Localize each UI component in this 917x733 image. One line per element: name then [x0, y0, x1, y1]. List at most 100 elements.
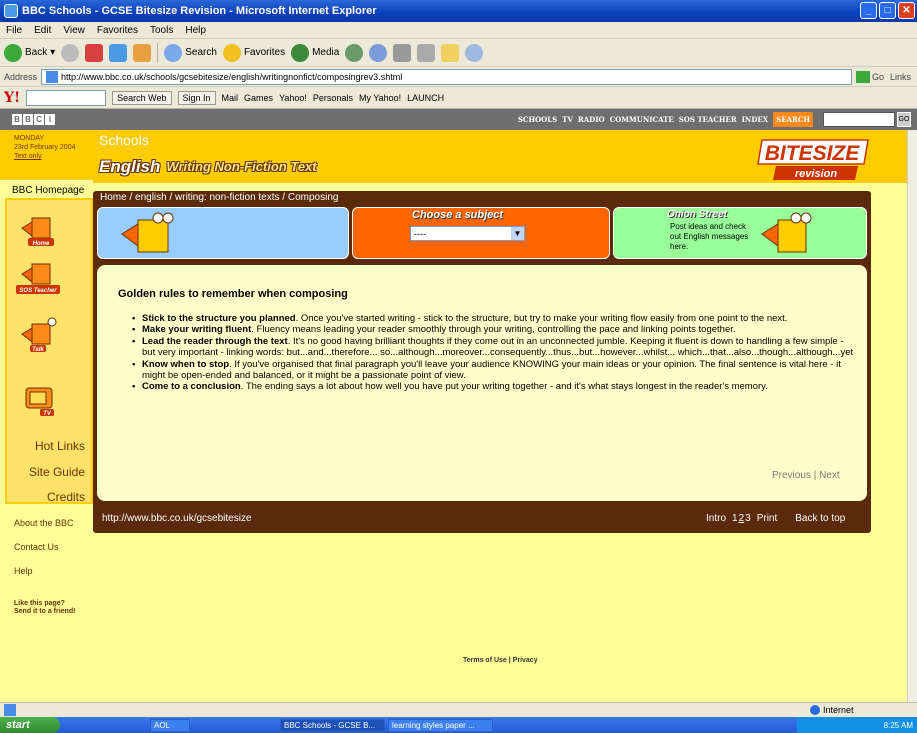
window-controls: _ □ ✕: [860, 2, 915, 19]
yahoo-search-input[interactable]: [26, 89, 107, 106]
back-button[interactable]: Back ▾: [4, 43, 55, 62]
menu-edit[interactable]: Edit: [34, 25, 51, 36]
mail-icon[interactable]: [369, 43, 388, 62]
go-button[interactable]: Go: [855, 70, 884, 83]
bbc-homepage-link[interactable]: BBC Homepage: [12, 181, 93, 199]
vertical-scrollbar[interactable]: [907, 130, 917, 702]
bbc-logo[interactable]: B B C i: [12, 114, 55, 125]
text-only-link[interactable]: Text only: [14, 153, 42, 160]
yahoo-signin-button[interactable]: Sign In: [177, 90, 216, 105]
list-item: Make your writing fluent. Fluency means …: [132, 324, 854, 336]
taskbar-item-learning-styles[interactable]: learning styles paper ...: [388, 718, 493, 732]
menu-tools[interactable]: Tools: [150, 25, 173, 36]
links-label[interactable]: Links: [890, 72, 911, 82]
refresh-icon[interactable]: [109, 43, 128, 62]
yahoo-search-button[interactable]: Search Web: [112, 90, 172, 105]
svg-text:Talk: Talk: [32, 347, 44, 353]
pager: Previous | Next: [772, 470, 840, 481]
svg-text:BITESIZE: BITESIZE: [765, 142, 861, 165]
next-link[interactable]: Next: [819, 470, 840, 481]
stop-icon[interactable]: [85, 43, 104, 62]
start-button[interactable]: start: [0, 717, 60, 733]
home-panel[interactable]: [97, 207, 349, 259]
menu-help[interactable]: Help: [185, 25, 206, 36]
svg-text:Home: Home: [33, 241, 50, 247]
status-bar: Internet: [0, 702, 917, 717]
print-icon[interactable]: [393, 43, 412, 62]
bbc-nav-sos-teacher[interactable]: SOS TEACHER: [679, 115, 737, 124]
hot-links-link[interactable]: Hot Links: [0, 439, 85, 453]
site-guide-link[interactable]: Site Guide: [0, 465, 85, 479]
yahoo-personals[interactable]: Personals: [313, 93, 353, 103]
yahoo-launch[interactable]: LAUNCH: [407, 93, 444, 103]
bbc-nav-radio[interactable]: RADIO: [578, 115, 605, 124]
print-link[interactable]: Print: [757, 513, 778, 524]
menu-view[interactable]: View: [63, 25, 85, 36]
onion-mascot-icon: [761, 212, 812, 253]
terms-privacy-links[interactable]: Terms of Use | Privacy: [463, 657, 538, 664]
subject-select[interactable]: ---- ▼: [410, 226, 525, 241]
minimize-button[interactable]: _: [860, 2, 877, 19]
footer-url: http://www.bbc.co.uk/gcsebitesize: [102, 513, 252, 524]
history-icon[interactable]: [345, 43, 364, 62]
address-bar: Address http://www.bbc.co.uk/schools/gcs…: [0, 67, 917, 87]
page-link-3[interactable]: 3: [745, 513, 751, 524]
internet-zone: Internet: [810, 705, 854, 715]
send-to-friend-link[interactable]: Send it to a friend!: [14, 608, 75, 615]
tv-nav-icon[interactable]: TV: [18, 380, 58, 420]
back-to-top-link[interactable]: Back to top: [795, 513, 845, 524]
yahoo-logo[interactable]: Y!: [4, 90, 20, 106]
content-title: Golden rules to remember when composing: [118, 288, 348, 300]
bbc-search-label: SEARCH: [773, 112, 813, 127]
bitesize-logo[interactable]: BITESIZE revision: [740, 138, 870, 182]
yahoo-yahoo[interactable]: Yahoo!: [279, 93, 307, 103]
page-link-1[interactable]: 1: [732, 513, 738, 524]
maximize-button[interactable]: □: [879, 2, 896, 19]
contact-us-link[interactable]: Contact Us: [14, 542, 59, 552]
search-button[interactable]: Search: [164, 43, 217, 62]
date-full: 23rd February 2004: [14, 144, 76, 151]
bbc-nav-index[interactable]: INDEX: [742, 115, 769, 124]
onion-street-title[interactable]: Onion Street: [667, 209, 727, 220]
bbc-nav-communicate[interactable]: COMMUNICATE: [610, 115, 674, 124]
svg-text:revision: revision: [795, 168, 837, 180]
about-bbc-link[interactable]: About the BBC: [14, 518, 74, 528]
messenger-icon[interactable]: [465, 43, 484, 62]
breadcrumb[interactable]: Home / english / writing: non-fiction te…: [100, 192, 338, 205]
bbc-nav-schools[interactable]: SCHOOLS: [518, 115, 557, 124]
home-icon[interactable]: [133, 43, 152, 62]
bbc-search-input[interactable]: [823, 112, 895, 127]
home-nav-icon[interactable]: Home: [18, 210, 58, 250]
taskbar-item-aol[interactable]: AOL: [150, 718, 190, 732]
chevron-down-icon: ▼: [511, 227, 524, 240]
close-button[interactable]: ✕: [898, 2, 915, 19]
sos-teacher-nav-icon[interactable]: SOS Teacher: [14, 258, 62, 298]
footer-nav: Intro 1 2 3 Print Back to top: [706, 513, 845, 524]
browser-toolbar: Back ▾ Search Favorites Media: [0, 39, 917, 67]
forward-arrow-icon[interactable]: [61, 43, 80, 62]
talk-nav-icon[interactable]: Talk: [18, 316, 58, 356]
yahoo-games[interactable]: Games: [244, 93, 273, 103]
address-input[interactable]: http://www.bbc.co.uk/schools/gcsebitesiz…: [41, 68, 852, 85]
bbc-search-go-button[interactable]: GO: [897, 112, 911, 127]
intro-link[interactable]: Intro: [706, 513, 726, 524]
bbc-nav-tv[interactable]: TV: [562, 115, 573, 124]
edit-icon[interactable]: [417, 43, 436, 62]
folder-icon[interactable]: [441, 43, 460, 62]
schools-title[interactable]: Schools: [99, 132, 149, 148]
menu-file[interactable]: File: [6, 25, 22, 36]
onion-street-text: Post ideas and check out English message…: [670, 222, 749, 251]
menu-favorites[interactable]: Favorites: [97, 25, 138, 36]
page-link-2[interactable]: 2: [739, 513, 745, 524]
favorites-button[interactable]: Favorites: [222, 43, 285, 62]
pager-separator: |: [813, 470, 817, 481]
help-link[interactable]: Help: [14, 566, 33, 576]
yahoo-my-yahoo[interactable]: My Yahoo!: [359, 93, 401, 103]
yahoo-mail[interactable]: Mail: [222, 93, 239, 103]
media-button[interactable]: Media: [291, 43, 339, 62]
credits-link[interactable]: Credits: [0, 490, 85, 504]
taskbar-item-bbc[interactable]: BBC Schools - GCSE B...: [280, 718, 385, 732]
date-box: MONDAY 23rd February 2004 Text only: [0, 130, 93, 180]
search-icon: [164, 43, 183, 62]
previous-link[interactable]: Previous: [772, 470, 811, 481]
